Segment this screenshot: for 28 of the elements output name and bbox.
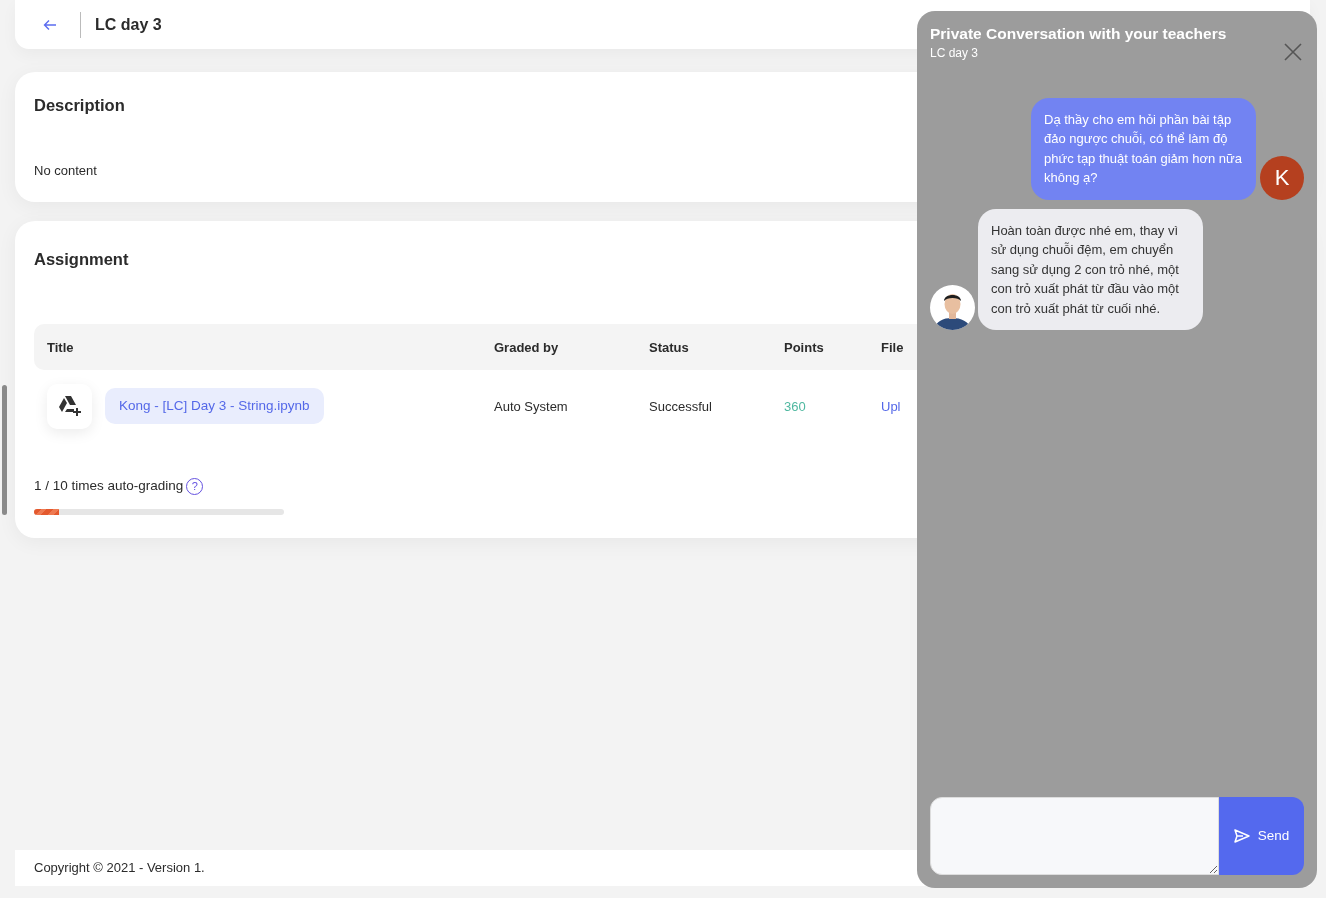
column-header: File bbox=[881, 338, 905, 357]
send-icon bbox=[1233, 829, 1250, 843]
auto-grading-text: 1 / 10 times auto-grading bbox=[34, 478, 184, 494]
column-header: Status bbox=[649, 338, 690, 357]
grader-cell: Auto System bbox=[494, 398, 568, 414]
close-icon[interactable] bbox=[1284, 43, 1302, 61]
triangle-plus-icon bbox=[57, 396, 82, 417]
file-link[interactable]: Kong - [LC] Day 3 - String.ipynb bbox=[105, 388, 324, 425]
description-text: No content bbox=[34, 162, 97, 181]
file-cell: Upl bbox=[881, 398, 901, 414]
section-heading: Description bbox=[34, 96, 125, 116]
message-input[interactable] bbox=[930, 797, 1219, 875]
column-header: Graded by bbox=[494, 338, 560, 357]
drawer-subtitle: LC day 3 bbox=[930, 44, 980, 62]
scrollbar[interactable] bbox=[2, 385, 7, 515]
column-header: Points bbox=[784, 338, 825, 357]
points-cell: 360 bbox=[784, 398, 806, 414]
drawer-title: Private Conversation with your teachers bbox=[930, 25, 1227, 44]
copyright-text: Copyright © 2021 - Version 1. bbox=[34, 859, 205, 878]
send-button[interactable]: Send bbox=[1219, 797, 1304, 875]
status-cell: Successful bbox=[649, 398, 712, 414]
message-bubble: Hoàn toàn được nhé em, thay vì sử dụng chuỗi đệm, em chuyển sang sử dụng 2 con trỏ nhé, một con trỏ xuất phát từ đầu vào một con trỏ xuất phát từ cuối nhé. bbox=[978, 208, 1203, 331]
page-title: LC day 3 bbox=[95, 14, 162, 35]
user-avatar: K bbox=[1260, 155, 1304, 200]
back-arrow-icon[interactable] bbox=[43, 18, 57, 31]
message-bubble: Dạ thầy cho em hỏi phần bài tập đảo ngược chuỗi, có thể làm độ phức tạp thuật toán giảm hơn nữa không ạ? bbox=[1031, 97, 1256, 200]
section-heading: Assignment bbox=[34, 250, 129, 270]
column-header: Title bbox=[46, 338, 75, 357]
